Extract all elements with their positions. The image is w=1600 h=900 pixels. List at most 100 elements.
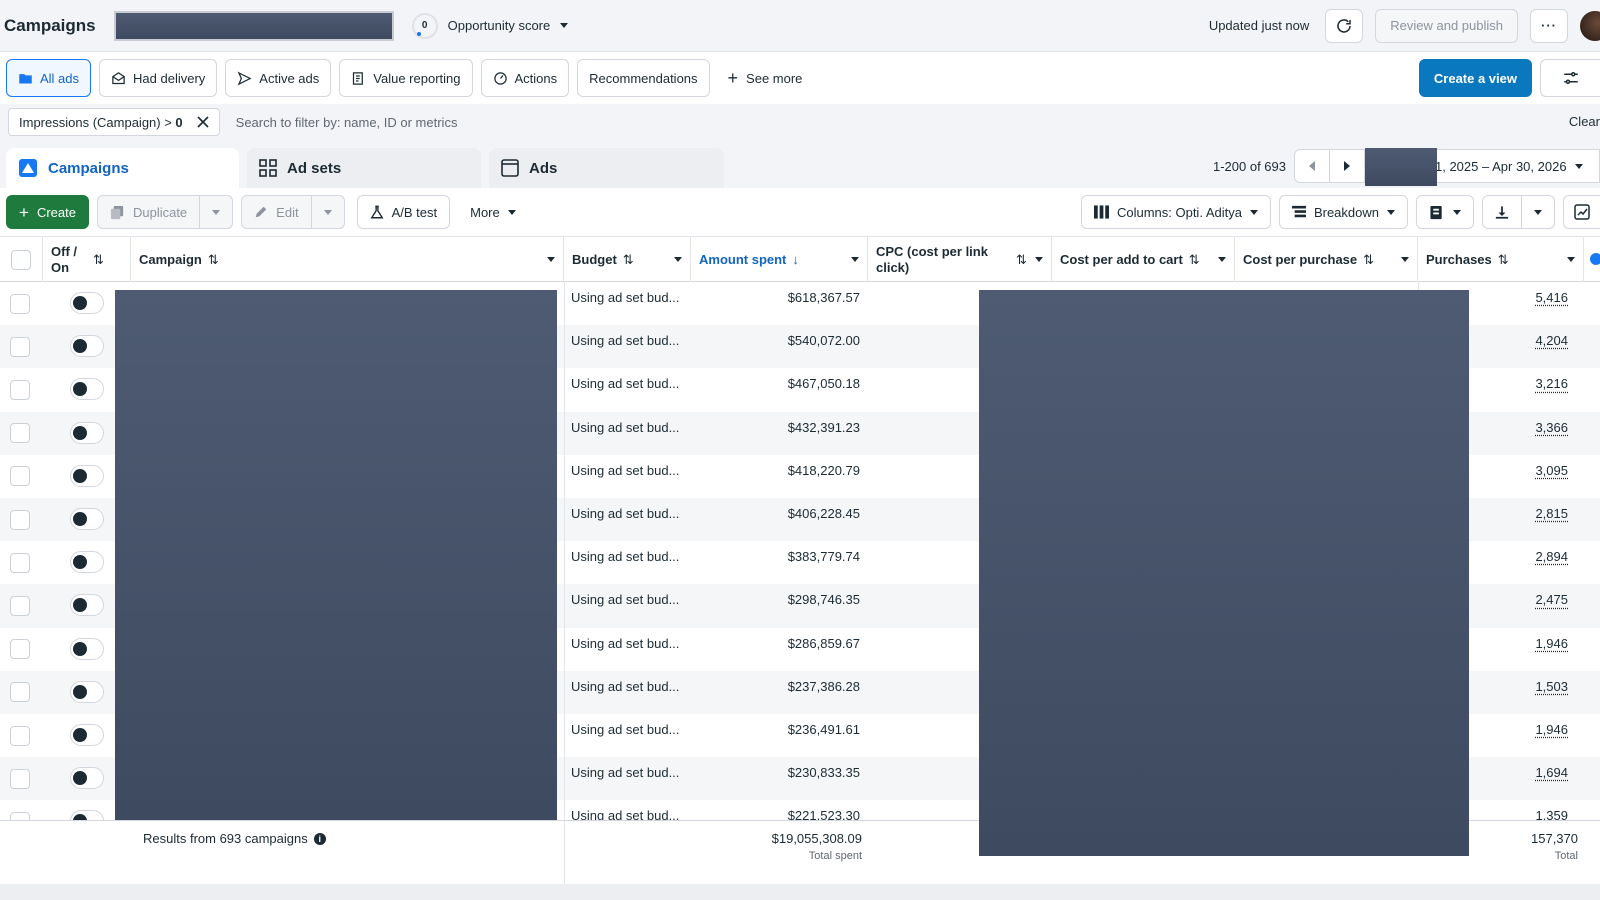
row-checkbox-cell: [10, 325, 30, 368]
row-checkbox[interactable]: [10, 510, 30, 530]
close-icon[interactable]: [197, 116, 209, 128]
tab-campaigns[interactable]: Campaigns: [6, 148, 239, 188]
edit-dropdown[interactable]: [312, 195, 345, 229]
row-toggle[interactable]: [70, 508, 104, 530]
amount-spent-cell: $230,833.35: [690, 757, 860, 800]
row-toggle[interactable]: [70, 681, 104, 703]
view-label: Recommendations: [589, 71, 697, 86]
row-checkbox-cell: [10, 628, 30, 671]
sort-icon: ⇅: [1016, 252, 1027, 268]
amount-spent-cell: $383,779.74: [690, 541, 860, 584]
gauge-icon: [493, 71, 508, 86]
row-toggle[interactable]: [70, 422, 104, 444]
view-recommendations[interactable]: Recommendations: [577, 59, 709, 97]
row-checkbox[interactable]: [10, 466, 30, 486]
row-checkbox[interactable]: [10, 726, 30, 746]
row-checkbox[interactable]: [10, 682, 30, 702]
header-campaign[interactable]: Campaign ⇅: [131, 237, 564, 282]
header-cost-add-to-cart[interactable]: Cost per add to cart ⇅: [1052, 237, 1235, 282]
row-checkbox[interactable]: [10, 423, 30, 443]
sort-icon: ⇅: [208, 252, 219, 268]
header-off-on[interactable]: Off / On ⇅: [43, 237, 131, 282]
row-checkbox-cell: [10, 671, 30, 714]
row-checkbox[interactable]: [10, 596, 30, 616]
chart-button[interactable]: [1563, 195, 1600, 229]
duplicate-button[interactable]: Duplicate: [97, 195, 200, 229]
bottom-scrollbar[interactable]: [0, 884, 1600, 900]
view-actions[interactable]: Actions: [481, 59, 570, 97]
clear-filters-link[interactable]: Clear: [1569, 114, 1600, 129]
header-cpc[interactable]: CPC (cost per link click) ⇅: [868, 237, 1052, 282]
pagination: 1-200 of 693 1, 2025 – Apr 30, 2026: [1213, 149, 1600, 183]
header-purchases-label: Purchases: [1426, 252, 1492, 268]
see-more-button[interactable]: + See more: [718, 69, 813, 87]
add-column-icon[interactable]: [1590, 253, 1600, 265]
view-value-reporting[interactable]: Value reporting: [339, 59, 472, 97]
view-settings-button[interactable]: [1540, 59, 1600, 97]
row-toggle[interactable]: [70, 551, 104, 573]
purchases-value: 2,475: [1535, 592, 1568, 607]
sliders-icon: [1562, 69, 1580, 87]
opportunity-score[interactable]: 0 Opportunity score: [412, 13, 569, 39]
review-publish-button[interactable]: Review and publish: [1375, 9, 1518, 43]
view-had-delivery[interactable]: Had delivery: [99, 59, 217, 97]
next-page-button[interactable]: [1329, 149, 1365, 183]
purchases-value: 2,815: [1535, 506, 1568, 521]
more-dropdown[interactable]: More: [458, 205, 528, 220]
row-toggle[interactable]: [70, 638, 104, 660]
row-checkbox[interactable]: [10, 380, 30, 400]
view-all-ads[interactable]: All ads: [6, 59, 91, 97]
breakdown-button[interactable]: Breakdown: [1279, 195, 1408, 229]
filter-chip[interactable]: Impressions (Campaign) > 0: [8, 108, 220, 136]
row-checkbox[interactable]: [10, 769, 30, 789]
row-checkbox[interactable]: [10, 553, 30, 573]
sort-icon: ⇅: [623, 252, 634, 268]
reports-button[interactable]: [1416, 195, 1474, 229]
report-icon: [351, 71, 366, 86]
info-icon[interactable]: i: [314, 833, 326, 845]
amount-spent-cell: $418,220.79: [690, 455, 860, 498]
breakdown-icon: [1292, 205, 1306, 219]
tab-ads[interactable]: Ads: [489, 148, 724, 188]
row-toggle[interactable]: [70, 594, 104, 616]
header-cpc-label: CPC (cost per link click): [876, 244, 996, 276]
create-view-button[interactable]: Create a view: [1419, 59, 1532, 97]
filter-search-input[interactable]: Search to filter by: name, ID or metrics: [236, 115, 458, 130]
flask-icon: [370, 205, 384, 220]
row-toggle[interactable]: [70, 724, 104, 746]
header-purchases[interactable]: Purchases ⇅: [1418, 237, 1584, 282]
row-checkbox[interactable]: [10, 639, 30, 659]
row-toggle[interactable]: [70, 767, 104, 789]
row-toggle[interactable]: [70, 335, 104, 357]
duplicate-dropdown[interactable]: [200, 195, 233, 229]
export-button[interactable]: [1482, 195, 1522, 229]
view-active-ads[interactable]: Active ads: [225, 59, 331, 97]
edit-button[interactable]: Edit: [241, 195, 311, 229]
avatar[interactable]: [1580, 11, 1600, 41]
more-options-button[interactable]: ···: [1530, 9, 1568, 43]
create-button[interactable]: + Create: [6, 195, 89, 229]
header-amount-spent[interactable]: Amount spent ↓: [691, 237, 868, 282]
columns-button[interactable]: Columns: Opti. Aditya: [1081, 195, 1271, 229]
select-all-checkbox[interactable]: [11, 250, 31, 270]
row-toggle[interactable]: [70, 465, 104, 487]
prev-page-button[interactable]: [1294, 149, 1330, 183]
ab-test-button[interactable]: A/B test: [357, 195, 451, 229]
refresh-icon: [1335, 17, 1353, 35]
table-toolbar: + Create Duplicate Edit A/B test More Co…: [0, 188, 1600, 236]
row-toggle[interactable]: [70, 378, 104, 400]
row-checkbox[interactable]: [10, 294, 30, 314]
tab-ads-label: Ads: [529, 160, 557, 177]
header-budget[interactable]: Budget ⇅: [564, 237, 691, 282]
date-range-picker[interactable]: 1, 2025 – Apr 30, 2026: [1364, 149, 1600, 183]
grid-icon: [259, 159, 277, 177]
tab-campaigns-label: Campaigns: [48, 160, 129, 177]
purchases-value: 3,216: [1535, 376, 1568, 391]
chevron-down-icon: [1250, 210, 1258, 215]
tab-ad-sets[interactable]: Ad sets: [247, 148, 481, 188]
row-checkbox[interactable]: [10, 337, 30, 357]
row-toggle[interactable]: [70, 292, 104, 314]
export-dropdown[interactable]: [1522, 195, 1555, 229]
header-cost-per-purchase[interactable]: Cost per purchase ⇅: [1235, 237, 1418, 282]
refresh-button[interactable]: [1325, 9, 1363, 43]
